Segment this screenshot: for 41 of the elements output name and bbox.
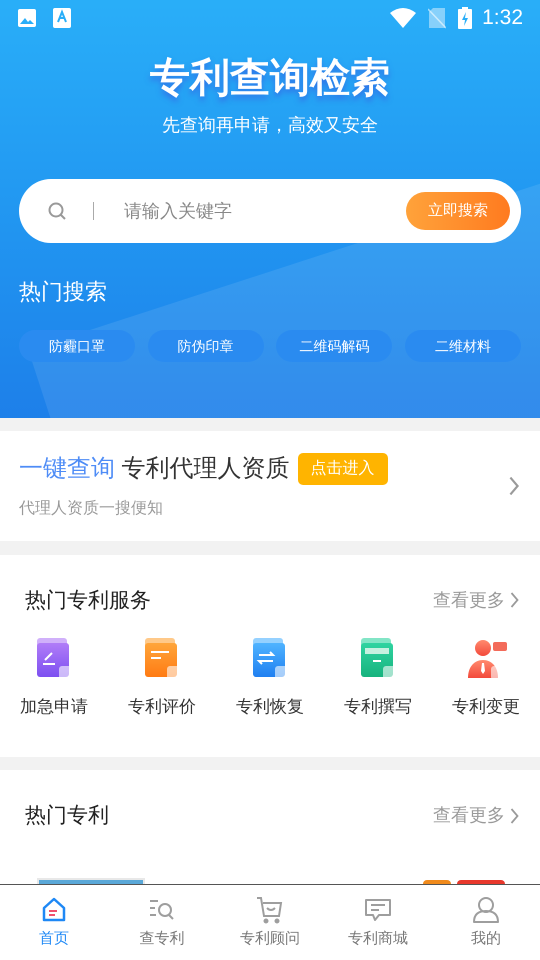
search-icon bbox=[47, 201, 67, 221]
battery-charging-icon bbox=[458, 7, 472, 29]
banner-title: 一键查询 专利代理人资质 bbox=[19, 454, 290, 484]
service-label[interactable]: 专利变更 bbox=[452, 694, 520, 720]
more-link[interactable]: 查看更多 bbox=[433, 802, 505, 830]
tag bbox=[423, 880, 451, 884]
hot-search-tag[interactable]: 防伪印章 bbox=[148, 330, 264, 362]
search-bar[interactable]: 请输入关键字 立即搜索 bbox=[19, 179, 521, 243]
service-label[interactable]: 专利评价 bbox=[128, 694, 196, 720]
hot-search-tag[interactable]: 二维材料 bbox=[404, 330, 521, 362]
image-icon bbox=[17, 8, 37, 28]
banner-subtitle: 代理人资质一搜便知 bbox=[19, 498, 164, 519]
section-title: 热门专利 bbox=[25, 802, 109, 829]
status-time: 1:32 bbox=[482, 5, 523, 32]
service-label[interactable]: 专利恢复 bbox=[236, 694, 304, 720]
chevron-right-icon bbox=[509, 591, 520, 610]
tab-item[interactable]: 专利顾问 bbox=[216, 885, 324, 960]
hot-search-tag[interactable]: 二维码解码 bbox=[276, 330, 392, 362]
more-link[interactable]: 查看更多 bbox=[433, 586, 505, 614]
tab-item[interactable]: 首页 bbox=[0, 885, 108, 960]
tab-item[interactable]: 查专利 bbox=[108, 885, 216, 960]
section-title: 热门专利服务 bbox=[25, 588, 151, 614]
section-title: 热门搜索 bbox=[19, 278, 108, 306]
service-label[interactable]: 加急申请 bbox=[20, 694, 88, 720]
cart-icon bbox=[255, 895, 285, 926]
app-title: 专利查询检索 bbox=[150, 55, 390, 102]
wifi-icon bbox=[390, 8, 416, 28]
tab-item[interactable]: 专利商城 bbox=[324, 885, 432, 960]
chevron-right-icon bbox=[509, 806, 520, 825]
tab-item[interactable]: 我的 bbox=[432, 885, 540, 960]
chevron-right-icon bbox=[508, 474, 520, 497]
agent-card[interactable]: 一键查询 专利代理人资质 点击进入 代理人资质一搜便知 bbox=[0, 431, 540, 541]
no-sim-icon bbox=[428, 7, 446, 29]
user-icon bbox=[471, 895, 501, 926]
app-subtitle: 先查询再申请，高效又安全 bbox=[162, 114, 378, 137]
search-button[interactable]: 立即搜索 bbox=[406, 192, 510, 230]
tag bbox=[457, 880, 505, 884]
search-input[interactable]: 请输入关键字 bbox=[124, 198, 406, 224]
hot-search-tag[interactable]: 防霾口罩 bbox=[19, 330, 135, 362]
service-label[interactable]: 专利撰写 bbox=[344, 694, 412, 720]
text-icon bbox=[53, 8, 71, 28]
